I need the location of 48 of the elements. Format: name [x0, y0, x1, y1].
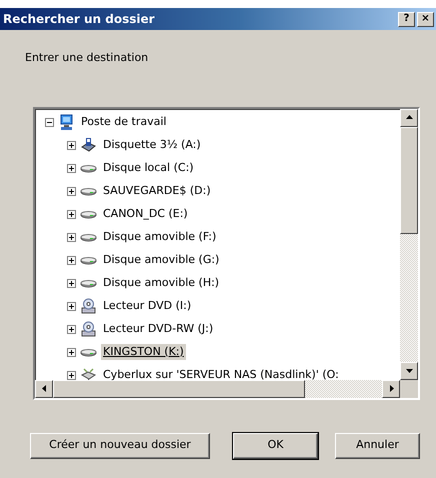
tree-item[interactable]: Poste de travail — [79, 114, 168, 130]
scroll-right-button[interactable] — [382, 380, 400, 398]
expander-icon[interactable] — [67, 370, 76, 380]
expander-icon[interactable] — [67, 278, 76, 288]
horizontal-scrollbar[interactable] — [35, 380, 400, 398]
expander-icon[interactable] — [45, 118, 54, 126]
tree-item[interactable]: CANON_DC (E:) — [101, 206, 190, 222]
expander-icon[interactable] — [67, 232, 76, 242]
expander-icon[interactable] — [67, 186, 76, 196]
scrollbar-thumb[interactable] — [53, 380, 305, 398]
help-button[interactable]: ? — [398, 12, 415, 26]
prompt-text: Entrer une destination — [25, 50, 150, 66]
vertical-scrollbar[interactable] — [400, 108, 418, 380]
left-arrow-icon — [40, 385, 48, 392]
tree-item[interactable]: Lecteur DVD (I:) — [101, 298, 194, 314]
tree-item[interactable]: Disque amovible (H:) — [101, 274, 222, 292]
floppy-drive-icon — [80, 136, 97, 154]
cancel-button[interactable]: Annuler — [335, 432, 420, 458]
close-button[interactable]: × — [417, 12, 434, 26]
expander-icon[interactable] — [67, 302, 76, 310]
expander-icon[interactable] — [67, 324, 76, 334]
tree-item[interactable]: Disque local (C:) — [101, 160, 196, 176]
up-arrow-icon — [406, 114, 412, 121]
expander-icon[interactable] — [67, 348, 76, 356]
tree-item[interactable]: Disquette 3½ (A:) — [101, 136, 203, 154]
computer-icon — [58, 114, 75, 130]
tree-item[interactable]: Disque amovible (G:) — [101, 252, 222, 268]
scrollbar-corner — [400, 380, 418, 398]
scrollbar-thumb[interactable] — [400, 126, 418, 234]
expander-icon[interactable] — [67, 210, 76, 218]
window-title: Rechercher un dossier — [3, 11, 156, 28]
tree-item[interactable]: SAUVEGARDE$ (D:) — [101, 182, 213, 200]
tree-item[interactable]: Disque amovible (F:) — [101, 228, 218, 246]
scroll-up-button[interactable] — [400, 108, 418, 126]
tree-item[interactable]: KINGSTON (K:) — [101, 344, 186, 360]
scroll-left-button[interactable] — [35, 380, 53, 398]
disc-drive-icon — [80, 320, 97, 338]
expander-icon[interactable] — [67, 256, 76, 264]
new-folder-button[interactable]: Créer un nouveau dossier — [30, 432, 210, 458]
scroll-down-button[interactable] — [400, 362, 418, 380]
down-arrow-icon — [406, 367, 412, 374]
tree-item[interactable]: Lecteur DVD-RW (J:) — [101, 320, 216, 338]
network-drive-icon — [80, 366, 97, 380]
right-arrow-icon — [388, 385, 394, 392]
expander-icon[interactable] — [67, 164, 76, 172]
ok-button[interactable]: OK — [233, 432, 318, 458]
disc-drive-icon — [80, 298, 97, 314]
expander-icon[interactable] — [67, 140, 76, 150]
